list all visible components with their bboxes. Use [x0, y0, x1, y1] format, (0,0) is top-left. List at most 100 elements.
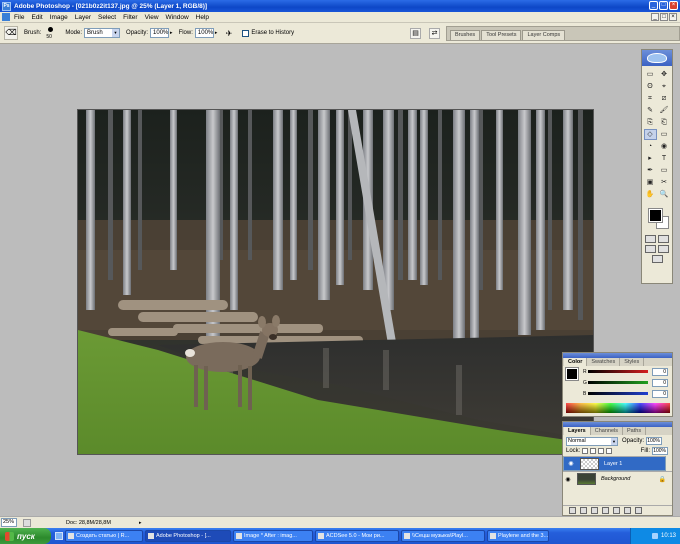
doc-restore-button[interactable]: □: [660, 13, 668, 21]
zoom-tool-icon[interactable]: 🔍: [658, 189, 671, 200]
blur-tool-icon[interactable]: ◔: [644, 141, 657, 152]
link-icon[interactable]: [569, 507, 576, 514]
clone-stamp-tool-icon[interactable]: ⎘: [644, 117, 657, 128]
standard-mode-icon[interactable]: [645, 235, 656, 243]
move-tool-icon[interactable]: ✥: [658, 69, 671, 80]
task-acdsee[interactable]: ACDSee 5.0 - Мои ри...: [315, 530, 399, 542]
eraser-icon[interactable]: ⌫: [4, 26, 18, 40]
tab-color[interactable]: Color: [564, 358, 588, 366]
mode-select[interactable]: Brush ▼: [84, 28, 121, 38]
healing-brush-tool-icon[interactable]: ✎: [644, 105, 657, 116]
task-photoshop[interactable]: Adobe Photoshop - [...: [145, 530, 231, 542]
menu-window[interactable]: Window: [166, 14, 189, 21]
jump-to-imageready-icon[interactable]: [651, 255, 663, 263]
doc-close-button[interactable]: ×: [669, 13, 677, 21]
minimize-button[interactable]: _: [649, 1, 658, 10]
eyedropper-tool-icon[interactable]: ✂: [658, 177, 671, 188]
lock-transparent-icon[interactable]: [582, 448, 589, 454]
gradient-tool-icon[interactable]: ▭: [658, 129, 671, 140]
task-image-after[interactable]: Image * After : imag...: [233, 530, 313, 542]
lock-all-icon[interactable]: [606, 448, 613, 454]
task-create-article[interactable]: Создать статью | R...: [65, 530, 143, 542]
document-control-icon[interactable]: [2, 13, 10, 21]
flow-arrow-icon[interactable]: ▸: [215, 30, 218, 36]
menu-file[interactable]: File: [14, 14, 24, 21]
trash-icon[interactable]: [635, 507, 642, 514]
screen-mode-full-icon[interactable]: [658, 245, 669, 253]
fill-field[interactable]: 100%: [652, 447, 668, 455]
foreground-color-swatch[interactable]: [648, 208, 663, 223]
status-menu-arrow-icon[interactable]: ▸: [139, 520, 142, 526]
brush-picker[interactable]: 50: [43, 26, 59, 41]
green-value-field[interactable]: 0: [652, 378, 668, 387]
lock-position-icon[interactable]: [598, 448, 605, 454]
menu-edit[interactable]: Edit: [31, 14, 42, 21]
shape-tool-icon[interactable]: ▭: [658, 165, 671, 176]
menu-image[interactable]: Image: [50, 14, 68, 21]
menu-layer[interactable]: Layer: [75, 14, 91, 21]
menu-filter[interactable]: Filter: [123, 14, 137, 21]
eye-icon[interactable]: ◉: [563, 476, 573, 483]
well-tab-layer-comps[interactable]: Layer Comps: [522, 30, 566, 40]
new-layer-icon[interactable]: [624, 507, 631, 514]
eye-icon[interactable]: ◉: [566, 460, 576, 467]
tab-styles[interactable]: Styles: [620, 358, 645, 366]
layer-set-icon[interactable]: [602, 507, 609, 514]
status-preview-icon[interactable]: [23, 518, 31, 527]
opacity-field[interactable]: 100%: [150, 28, 170, 38]
slice-tool-icon[interactable]: ⧄: [658, 93, 671, 104]
layer-row-background[interactable]: ◉ Background 🔒: [563, 471, 672, 486]
airbrush-icon[interactable]: ✈: [223, 28, 234, 39]
blue-slider[interactable]: [588, 392, 648, 395]
hand-tool-icon[interactable]: ✋: [644, 189, 657, 200]
flow-field[interactable]: 100%: [194, 28, 214, 38]
task-music-folder[interactable]: \\Сецш музыка\Playl...: [401, 530, 485, 542]
document-canvas[interactable]: [77, 109, 594, 455]
zoom-field[interactable]: 25%: [1, 518, 17, 527]
layer-style-icon[interactable]: [580, 507, 587, 514]
photoshop-app-icon[interactable]: Ps: [2, 1, 11, 11]
type-tool-icon[interactable]: T: [658, 153, 671, 164]
notes-tool-icon[interactable]: ▣: [644, 177, 657, 188]
blend-mode-select[interactable]: Normal ▼: [566, 436, 618, 446]
screen-mode-standard-icon[interactable]: [645, 245, 656, 253]
lasso-tool-icon[interactable]: ʘ: [644, 81, 657, 92]
maximize-button[interactable]: □: [659, 1, 668, 10]
tab-paths[interactable]: Paths: [623, 427, 647, 435]
menu-help[interactable]: Help: [196, 14, 209, 21]
lock-image-icon[interactable]: [590, 448, 597, 454]
start-button[interactable]: пуск: [0, 528, 51, 544]
file-browser-icon[interactable]: ▤: [410, 28, 421, 39]
tray-icon[interactable]: [651, 533, 658, 539]
brush-tool-icon[interactable]: 🖌: [658, 105, 671, 116]
layer-row-layer-1[interactable]: ◉ Layer 1: [563, 456, 666, 471]
red-slider[interactable]: [588, 370, 648, 373]
toolbox-header[interactable]: [642, 50, 672, 66]
task-playlene[interactable]: Playlene and the 3...: [487, 530, 549, 542]
dodge-tool-icon[interactable]: ◉: [658, 141, 671, 152]
layer-mask-icon[interactable]: [591, 507, 598, 514]
doc-minimize-button[interactable]: _: [651, 13, 659, 21]
red-value-field[interactable]: 0: [652, 367, 668, 376]
toggle-palettes-icon[interactable]: ⇄: [429, 28, 440, 39]
menu-view[interactable]: View: [145, 14, 159, 21]
opacity-arrow-icon[interactable]: ▸: [170, 30, 173, 36]
color-spectrum-ramp[interactable]: [566, 403, 670, 413]
quick-launch-icon[interactable]: [55, 532, 63, 540]
adjustment-layer-icon[interactable]: [613, 507, 620, 514]
layer-opacity-field[interactable]: 100%: [646, 437, 663, 445]
well-tab-brushes[interactable]: Brushes: [450, 30, 481, 40]
quick-mask-mode-icon[interactable]: [658, 235, 669, 243]
erase-to-history-checkbox[interactable]: [242, 29, 250, 37]
crop-tool-icon[interactable]: ⌗: [644, 93, 657, 104]
green-slider[interactable]: [588, 381, 648, 384]
well-tab-tool-presets[interactable]: Tool Presets: [481, 30, 522, 40]
menu-select[interactable]: Select: [98, 14, 116, 21]
tab-layers[interactable]: Layers: [564, 427, 591, 435]
eraser-tool-icon[interactable]: ◇: [643, 129, 657, 140]
path-selection-tool-icon[interactable]: ▸: [644, 153, 657, 164]
palette-foreground-swatch[interactable]: [565, 367, 579, 381]
close-button[interactable]: ×: [669, 1, 678, 10]
pen-tool-icon[interactable]: ✒: [644, 165, 657, 176]
tab-channels[interactable]: Channels: [591, 427, 623, 435]
